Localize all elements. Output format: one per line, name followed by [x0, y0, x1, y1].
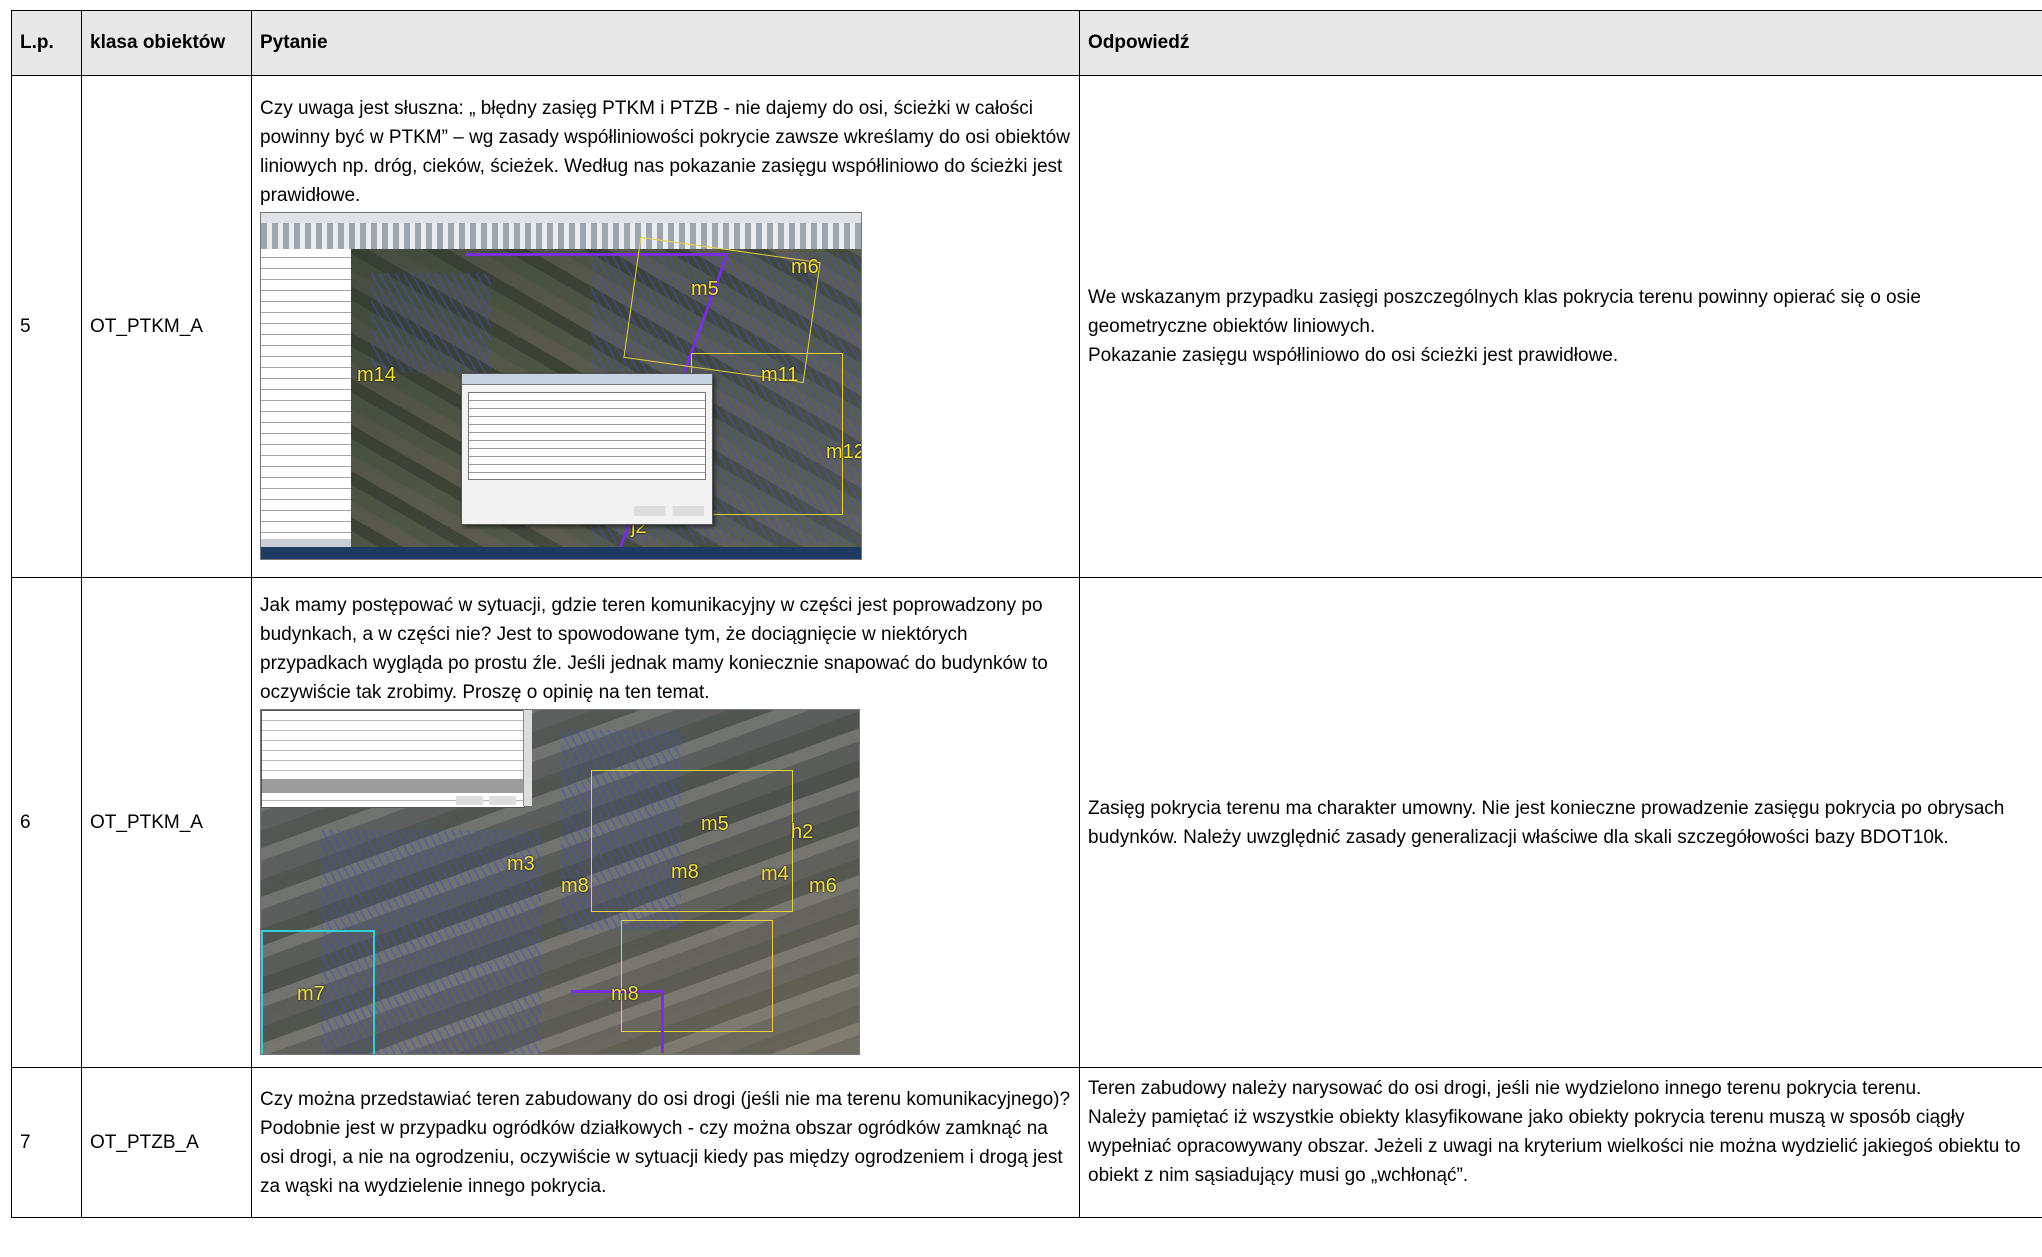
row-answer: Zasięg pokrycia terenu ma charakter umow…: [1079, 577, 2042, 1068]
header-row: L.p. klasa obiektów Pytanie Odpowiedź: [11, 10, 2042, 76]
row-number: 5: [11, 75, 82, 578]
header-lp: L.p.: [11, 10, 82, 76]
map-label: m5: [691, 277, 719, 300]
header-klasa: klasa obiektów: [81, 10, 252, 76]
map-label: m8: [611, 982, 639, 1005]
table-row: 7 OT_PTZB_A Czy można przedstawiać teren…: [11, 1067, 2042, 1218]
map-label: m3: [507, 852, 535, 875]
row-class: OT_PTKM_A: [81, 75, 252, 578]
question-text: Czy uwaga jest słuszna: „ błędny zasięg …: [260, 97, 1070, 206]
gis-screenshot-image: m6 m5 m14 m11 m12 j2: [260, 211, 862, 560]
question-text: Jak mamy postępować w sytuacji, gdzie te…: [260, 594, 1048, 703]
answer-paragraph: Pokazanie zasięgu współliniowo do osi śc…: [1088, 345, 1619, 366]
row-class: OT_PTKM_A: [81, 577, 252, 1068]
dialog-scrollbar: [523, 709, 532, 806]
map-label: m8: [561, 874, 589, 897]
map-label: m14: [357, 363, 396, 386]
taskbar: [261, 546, 861, 559]
table-row: 5 OT_PTKM_A Czy uwaga jest słuszna: „ bł…: [11, 75, 2042, 578]
row-number: 6: [11, 577, 82, 1068]
map-label: h2: [791, 820, 814, 843]
map-label: m6: [791, 255, 819, 278]
row-question: Czy można przedstawiać teren zabudowany …: [251, 1067, 1080, 1218]
answer-paragraph: Teren zabudowy należy narysować do osi d…: [1088, 1078, 1922, 1099]
row-answer: Teren zabudowy należy narysować do osi d…: [1079, 1067, 2042, 1218]
row-question: Jak mamy postępować w sytuacji, gdzie te…: [251, 577, 1080, 1068]
row-question: Czy uwaga jest słuszna: „ błędny zasięg …: [251, 75, 1080, 578]
answer-paragraph: Należy pamiętać iż wszystkie obiekty kla…: [1088, 1107, 2021, 1186]
header-pytanie: Pytanie: [251, 10, 1080, 76]
answer-paragraph: We wskazanym przypadku zasięgi poszczegó…: [1088, 287, 1921, 337]
attributes-dialog: [261, 709, 525, 808]
map-label: m11: [761, 363, 799, 386]
row-number: 7: [11, 1067, 82, 1218]
attributes-dialog: [461, 372, 713, 525]
map-label: m7: [297, 982, 325, 1005]
map-label: m8: [671, 860, 699, 883]
row-class: OT_PTZB_A: [81, 1067, 252, 1218]
row-answer: We wskazanym przypadku zasięgi poszczegó…: [1079, 75, 2042, 578]
layers-panel: [261, 248, 352, 539]
answer-paragraph: Zasięg pokrycia terenu ma charakter umow…: [1088, 797, 2005, 848]
toolbar-strip: [261, 222, 861, 249]
gis-screenshot-image: m5 h2 m4 m8 m6 m3 m8 m7 m8: [260, 708, 860, 1055]
map-label: m6: [809, 874, 837, 897]
map-label: m4: [761, 862, 789, 885]
map-label: m5: [701, 812, 729, 835]
map-label: m12: [826, 440, 862, 463]
table-row: 6 OT_PTKM_A Jak mamy postępować w sytuac…: [11, 577, 2042, 1068]
question-text: Czy można przedstawiać teren zabudowany …: [260, 1088, 1071, 1197]
header-odpowiedz: Odpowiedź: [1079, 10, 2042, 76]
boundary-line: [591, 769, 793, 912]
questions-table: L.p. klasa obiektów Pytanie Odpowiedź 5 …: [11, 10, 2042, 1218]
